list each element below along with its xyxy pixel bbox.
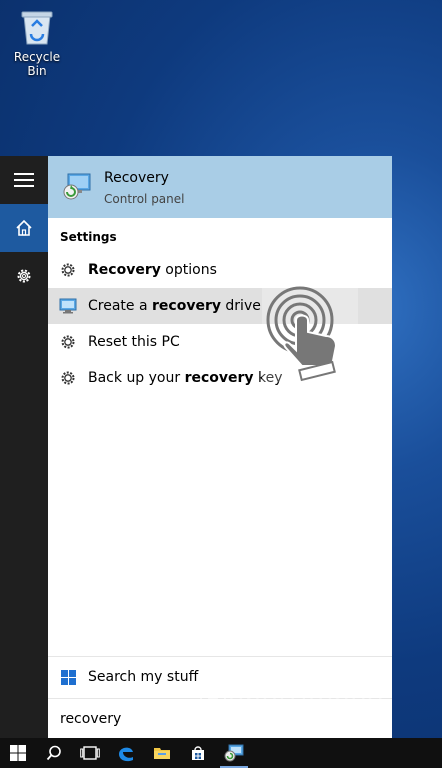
gear-icon <box>48 370 88 386</box>
watermark-text: uantrimang <box>228 682 385 712</box>
best-match-title: Recovery <box>104 170 169 186</box>
file-explorer-button[interactable] <box>144 738 180 768</box>
windows-icon <box>10 745 26 761</box>
start-rail <box>0 156 48 738</box>
windows-logo-icon <box>48 669 88 685</box>
search-icon <box>46 745 61 761</box>
recycle-bin-icon <box>20 8 54 46</box>
gear-icon <box>48 334 88 350</box>
task-view-button[interactable] <box>72 738 108 768</box>
search-my-stuff-label: Search my stuff <box>88 669 199 685</box>
task-view-icon <box>80 746 100 760</box>
recycle-bin-shortcut[interactable]: Recycle Bin <box>4 8 70 78</box>
recovery-app-button[interactable] <box>216 738 252 768</box>
gear-icon <box>17 269 31 283</box>
result-label: Back up your recovery key <box>88 370 283 386</box>
taskbar-search-button[interactable] <box>36 738 72 768</box>
settings-button[interactable] <box>0 252 48 300</box>
edge-icon <box>119 747 133 762</box>
gear-icon <box>48 262 88 278</box>
watermark: uantrimang <box>198 682 384 713</box>
edge-button[interactable] <box>108 738 144 768</box>
watermark-logo-icon <box>200 684 226 711</box>
home-button[interactable] <box>0 204 48 252</box>
hamburger-icon <box>14 173 34 187</box>
store-icon <box>192 746 204 760</box>
monitor-icon <box>48 298 88 314</box>
result-label: Create a recovery drive <box>88 298 261 314</box>
result-label: Recovery options <box>88 262 217 278</box>
best-match-subtitle: Control panel <box>104 192 185 206</box>
start-button[interactable] <box>0 738 36 768</box>
recycle-bin-label: Recycle Bin <box>13 50 61 78</box>
recovery-control-panel-icon <box>60 170 92 206</box>
result-label: Reset this PC <box>88 334 180 350</box>
settings-section-header: Settings <box>60 230 117 244</box>
tap-gesture-icon <box>262 282 358 386</box>
taskbar <box>0 738 442 768</box>
home-icon <box>16 219 32 236</box>
search-input[interactable] <box>60 711 360 727</box>
search-results-panel: Recovery Control panel Settings Recovery… <box>48 156 392 739</box>
file-explorer-icon <box>154 748 170 759</box>
store-button[interactable] <box>180 738 216 768</box>
menu-button[interactable] <box>0 156 48 204</box>
best-match-recovery[interactable]: Recovery Control panel <box>48 156 392 218</box>
recovery-app-icon <box>224 744 244 762</box>
